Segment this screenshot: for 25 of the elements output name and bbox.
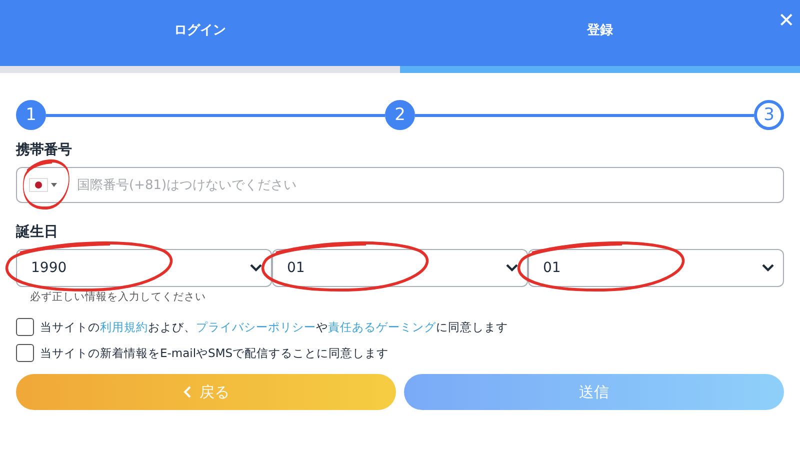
hint-text: 必ず正しい情報を入力してください [30, 290, 207, 304]
chevron-down-icon [505, 263, 519, 273]
close-button[interactable]: ✕ [778, 8, 800, 32]
placeholder-text: 国際番号(+81)はつけないでください [77, 177, 297, 194]
chevron-down-icon [761, 263, 775, 273]
link[interactable]: プライバシーポリシー [196, 320, 316, 334]
checkbox[interactable] [16, 318, 34, 336]
link[interactable]: 利用規約 [100, 320, 148, 334]
date-select[interactable]: 01 [272, 249, 528, 287]
agreement-text: 当サイトの利用規約および、プライバシーポリシーや責任あるゲーミングに同意します [40, 320, 508, 334]
field-label: 誕生日 [16, 223, 59, 241]
date-select[interactable]: 1990 [16, 249, 272, 287]
step-indicator: 1 [16, 100, 46, 130]
agreement-text: 当サイトの新着情報をE-mailやSMSで配信することに同意します [40, 346, 389, 360]
field-label: 携帯番号 [16, 141, 73, 159]
link[interactable]: 責任あるゲーミング [328, 320, 436, 334]
date-select[interactable]: 01 [528, 249, 784, 287]
flag-icon [29, 178, 59, 192]
step-indicator: 3 [754, 100, 784, 130]
tab[interactable]: ログイン [0, 0, 400, 73]
chevron-left-icon [182, 385, 192, 399]
step-indicator: 2 [385, 100, 415, 130]
checkbox[interactable] [16, 344, 34, 362]
chevron-down-icon [249, 263, 263, 273]
phone-field[interactable]: 国際番号(+81)はつけないでください [16, 167, 784, 203]
